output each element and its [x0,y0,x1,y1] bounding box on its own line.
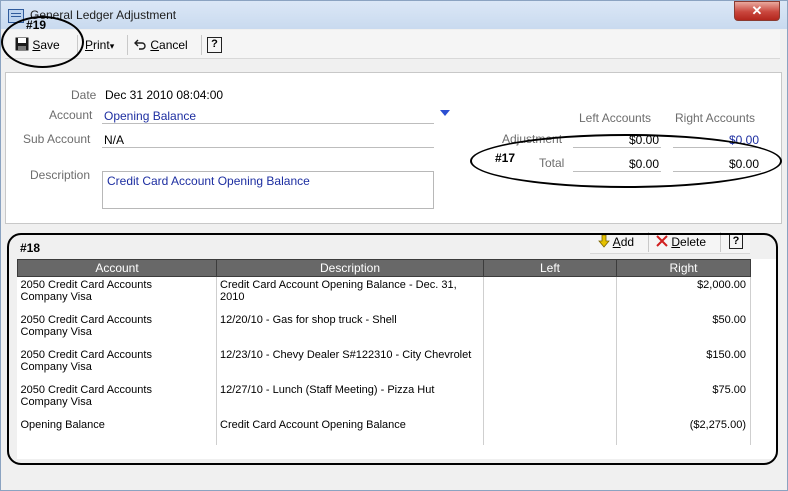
description-field[interactable]: Credit Card Account Opening Balance [102,171,434,209]
subaccount-value[interactable]: N/A [104,133,124,147]
undo-arrow-icon [134,39,146,50]
description-label: Description [30,168,91,182]
annotation-tag-totals: #17 [495,151,516,165]
subaccount-label: Sub Account [23,132,91,146]
title-bar: General Ledger Adjustment ✕ [0,0,788,28]
date-label: Date [71,88,97,102]
dropdown-arrow-icon[interactable] [440,110,450,116]
chevron-down-icon: ▾ [109,41,115,51]
date-value: Dec 31 2010 08:04:00 [105,88,224,102]
cancel-button[interactable]: Cancel [133,36,188,54]
right-accounts-header: Right Accounts [675,111,756,125]
close-button[interactable]: ✕ [734,1,780,21]
print-label-rest: rint [93,38,110,52]
cancel-label-rest: ancel [159,38,188,52]
annotation-rect-grid [7,233,778,465]
account-underline [102,123,434,124]
annotation-tag-save: #19 [26,18,47,32]
account-select[interactable]: Opening Balance [104,109,196,123]
left-accounts-header: Left Accounts [579,111,652,125]
description-value: Credit Card Account Opening Balance [107,174,310,188]
help-icon[interactable]: ? [207,37,222,53]
toolbar-separator [201,35,202,55]
print-label-underline: P [85,38,94,52]
annotation-tag-grid: #18 [20,241,41,255]
subaccount-underline [102,147,434,148]
toolbar-separator [127,35,128,55]
main-toolbar: Save Print▾ Cancel ? [5,30,780,59]
account-label: Account [49,108,93,122]
cancel-label-underline: C [150,38,160,52]
annotation-ellipse-totals [470,134,782,188]
print-button[interactable]: Print▾ [85,36,114,54]
